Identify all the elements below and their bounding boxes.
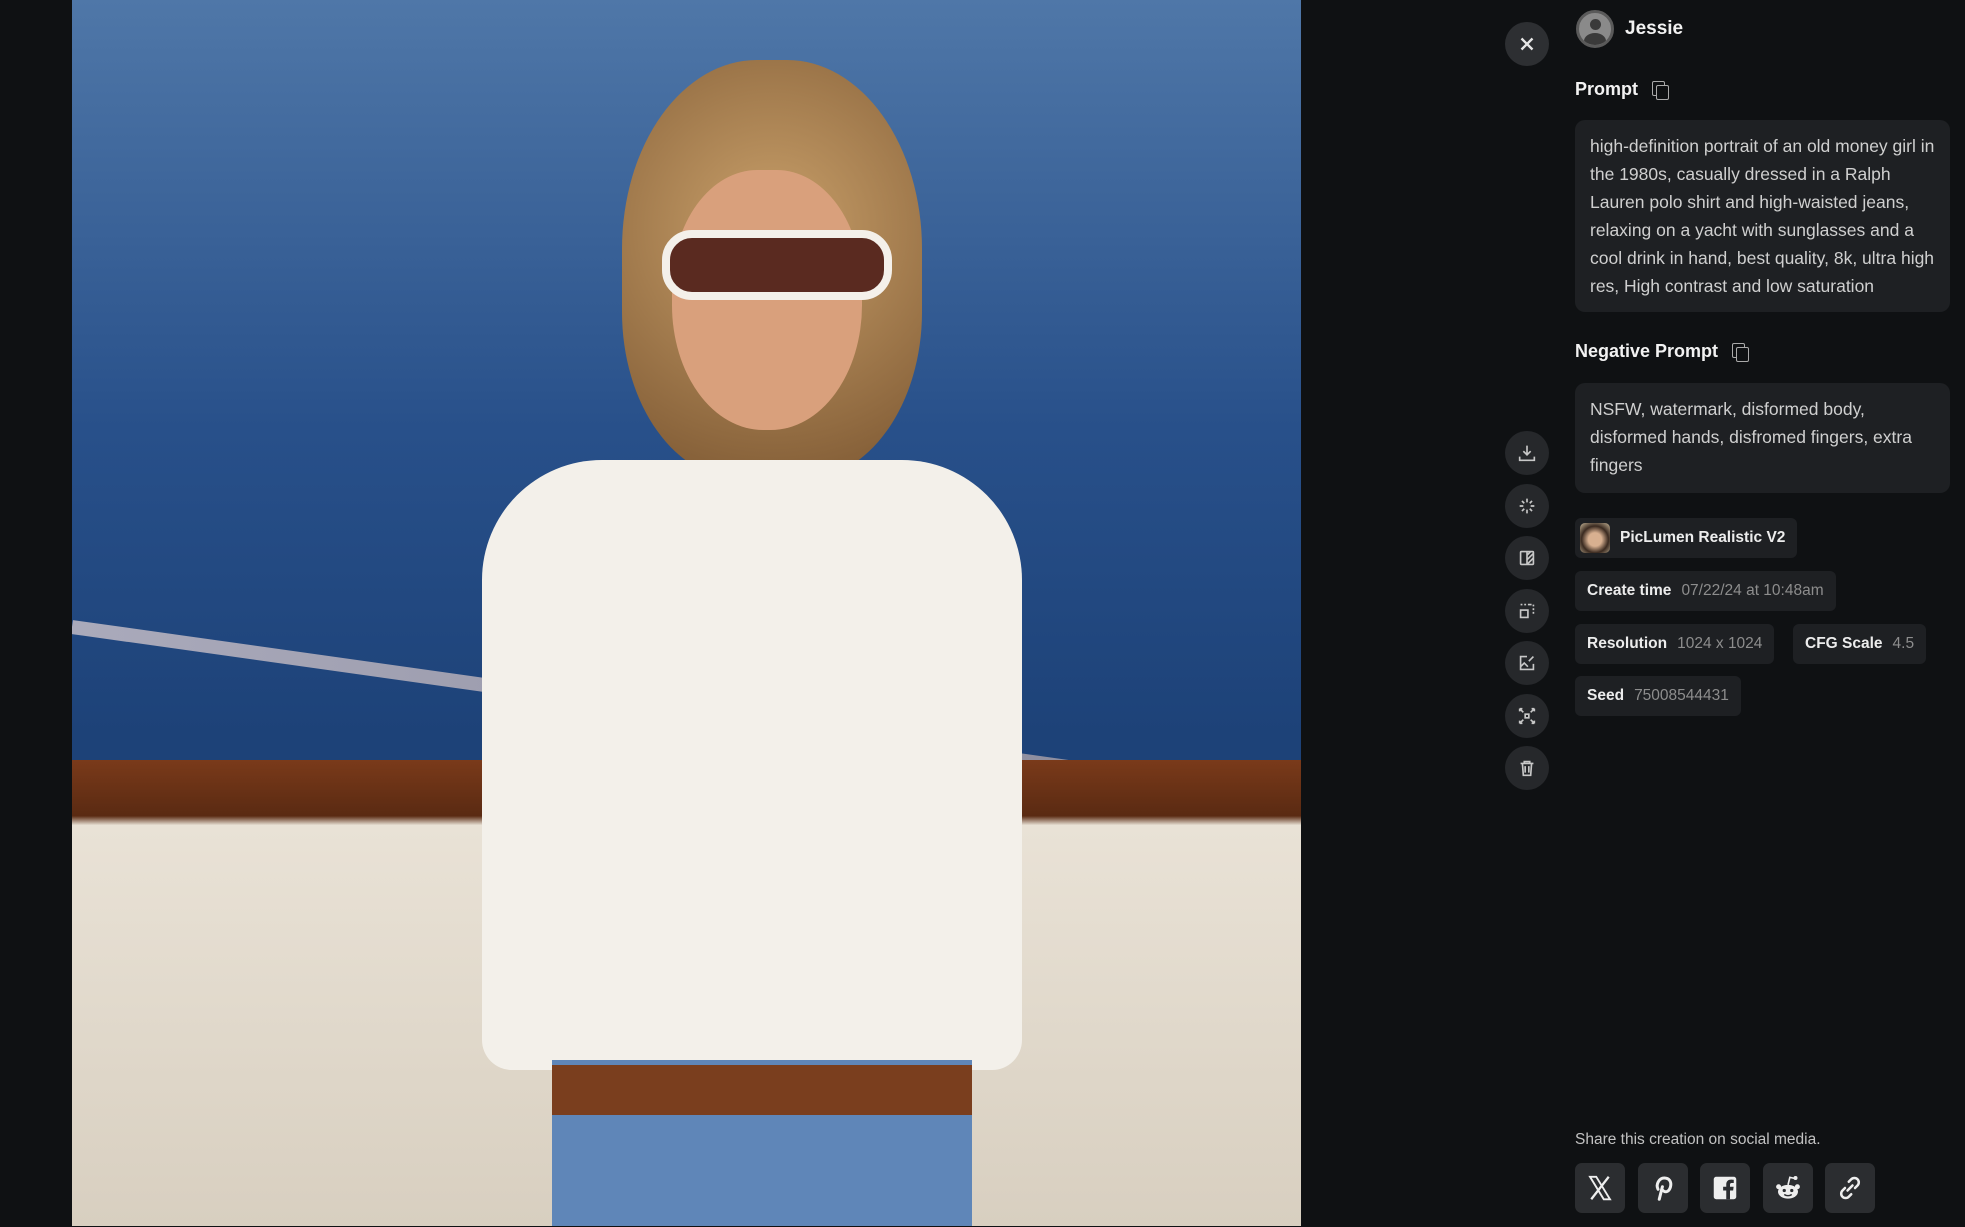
share-pinterest-button[interactable]: [1638, 1163, 1688, 1213]
edit-image-icon: [1519, 655, 1535, 671]
variation-button[interactable]: [1505, 484, 1549, 528]
link-icon: [1839, 1176, 1861, 1200]
download-icon: [1518, 445, 1536, 462]
reddit-icon: [1776, 1176, 1800, 1199]
compare-icon: [1519, 550, 1535, 566]
prompt-label: Prompt: [1575, 79, 1669, 100]
prompt-text: high-definition portrait of an old money…: [1575, 120, 1950, 312]
prompt-label-text: Prompt: [1575, 79, 1638, 99]
create-time-value: 07/22/24 at 10:48am: [1681, 582, 1824, 599]
x-icon: [1588, 1175, 1612, 1201]
expand-button[interactable]: [1505, 694, 1549, 738]
cfg-scale-value: 4.5: [1892, 635, 1915, 652]
username: Jessie: [1625, 18, 1684, 39]
facebook-icon: [1713, 1176, 1737, 1200]
seed-chip: Seed 75008544431: [1575, 676, 1741, 716]
cfg-scale-chip: CFG Scale 4.5: [1793, 624, 1927, 664]
close-button[interactable]: [1505, 22, 1549, 66]
upscale-icon: [1519, 603, 1535, 619]
sparkle-icon: [1519, 498, 1535, 514]
negative-prompt-text: NSFW, watermark, disformed body, disform…: [1575, 383, 1950, 493]
close-icon: [1520, 37, 1534, 51]
negative-prompt-label: Negative Prompt: [1575, 341, 1750, 362]
trash-icon: [1520, 760, 1534, 777]
model-thumbnail: [1580, 523, 1610, 553]
copy-prompt-icon[interactable]: [1652, 80, 1669, 100]
compare-button[interactable]: [1505, 536, 1549, 580]
share-reddit-button[interactable]: [1763, 1163, 1813, 1213]
upscale-button[interactable]: [1505, 589, 1549, 633]
avatar: [1576, 10, 1614, 48]
create-time-label: Create time: [1587, 582, 1672, 599]
model-chip[interactable]: PicLumen Realistic V2: [1575, 518, 1798, 558]
copy-negative-prompt-icon[interactable]: [1732, 342, 1750, 362]
resolution-label: Resolution: [1587, 635, 1668, 652]
negative-prompt-label-text: Negative Prompt: [1575, 341, 1719, 361]
pinterest-icon: [1655, 1176, 1673, 1201]
download-button[interactable]: [1505, 431, 1549, 475]
cfg-scale-label: CFG Scale: [1805, 635, 1883, 652]
resolution-value: 1024 x 1024: [1677, 635, 1763, 652]
seed-value: 75008544431: [1634, 687, 1729, 704]
share-caption: Share this creation on social media.: [1575, 1131, 1821, 1148]
create-time-chip: Create time 07/22/24 at 10:48am: [1575, 571, 1836, 611]
generated-image: [72, 0, 1301, 1226]
resolution-chip: Resolution 1024 x 1024: [1575, 624, 1775, 664]
seed-label: Seed: [1587, 687, 1625, 704]
edit-image-button[interactable]: [1505, 641, 1549, 685]
delete-button[interactable]: [1505, 746, 1549, 790]
share-link-button[interactable]: [1825, 1163, 1875, 1213]
expand-icon: [1518, 707, 1536, 725]
share-x-button[interactable]: [1575, 1163, 1625, 1213]
share-facebook-button[interactable]: [1700, 1163, 1750, 1213]
model-name: PicLumen Realistic V2: [1620, 529, 1786, 546]
